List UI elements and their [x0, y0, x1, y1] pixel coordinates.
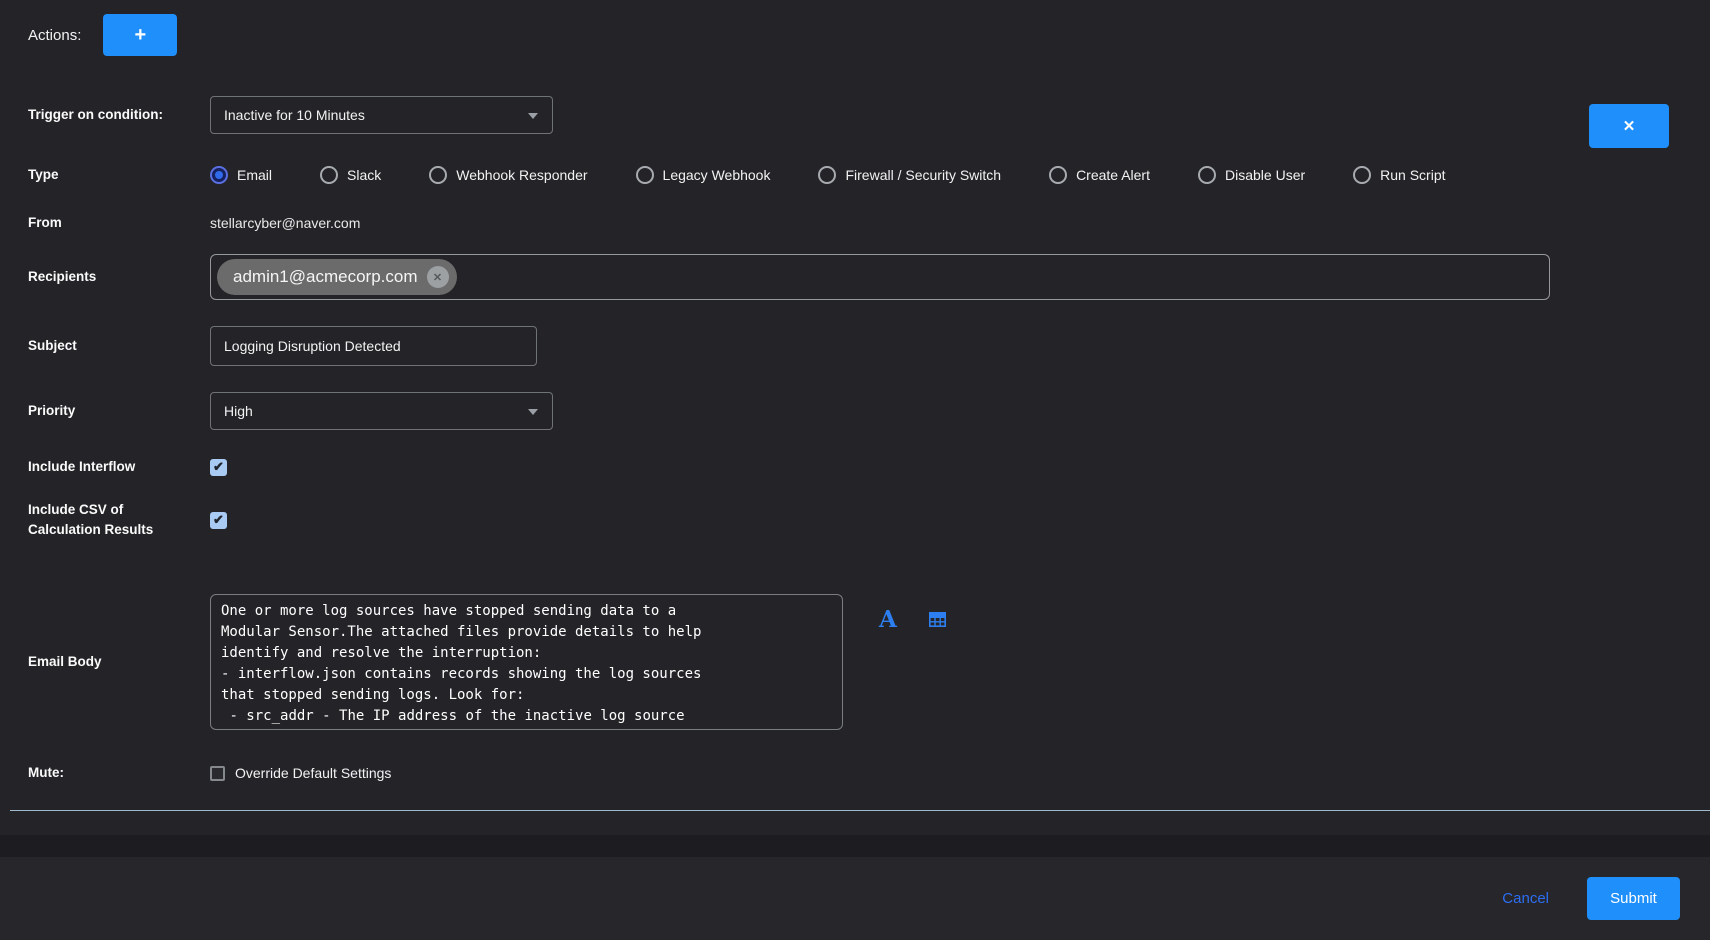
section-divider — [10, 810, 1710, 811]
recipient-chip: admin1@acmecorp.com ✕ — [217, 259, 457, 295]
chevron-down-icon — [528, 113, 538, 119]
email-action-form: ✕ Trigger on condition: Inactive for 10 … — [0, 56, 1710, 782]
recipient-chip-text: admin1@acmecorp.com — [233, 267, 418, 287]
recipients-label: Recipients — [28, 267, 210, 287]
radio-icon — [429, 166, 447, 184]
remove-action-button[interactable]: ✕ — [1589, 104, 1669, 148]
insert-table-icon[interactable] — [927, 609, 948, 630]
type-option-run-script[interactable]: Run Script — [1353, 166, 1445, 184]
radio-icon — [1353, 166, 1371, 184]
include-interflow-row: Include Interflow — [28, 458, 1710, 476]
footer-bar: Cancel Submit — [0, 857, 1710, 940]
radio-icon — [1198, 166, 1216, 184]
radio-icon — [1049, 166, 1067, 184]
type-option-webhook-responder[interactable]: Webhook Responder — [429, 166, 587, 184]
priority-select[interactable]: High — [210, 392, 553, 430]
include-interflow-label: Include Interflow — [28, 457, 210, 477]
mute-override-label: Override Default Settings — [235, 765, 391, 781]
type-option-slack[interactable]: Slack — [320, 166, 381, 184]
priority-value: High — [224, 403, 253, 419]
footer-strip — [0, 835, 1710, 857]
recipients-row: Recipients admin1@acmecorp.com ✕ — [28, 254, 1710, 300]
type-label: Type — [28, 165, 210, 185]
trigger-condition-label: Trigger on condition: — [28, 105, 210, 125]
type-option-disable-user[interactable]: Disable User — [1198, 166, 1305, 184]
type-option-firewall-security-switch[interactable]: Firewall / Security Switch — [818, 166, 1001, 184]
type-option-create-alert[interactable]: Create Alert — [1049, 166, 1150, 184]
email-body-row: Email Body One or more log sources have … — [28, 594, 1710, 730]
trigger-condition-value: Inactive for 10 Minutes — [224, 107, 365, 123]
from-label: From — [28, 213, 210, 233]
trigger-condition-select[interactable]: Inactive for 10 Minutes — [210, 96, 553, 134]
cancel-button[interactable]: Cancel — [1502, 890, 1549, 907]
chevron-down-icon — [528, 409, 538, 415]
type-option-email[interactable]: Email — [210, 166, 272, 184]
type-radio-group: Email Slack Webhook Responder Legacy Web… — [210, 166, 1446, 184]
include-csv-label: Include CSV of Calculation Results — [28, 500, 210, 539]
action-config-page: Actions: + ✕ Trigger on condition: Inact… — [0, 0, 1710, 940]
from-row: From stellarcyber@naver.com — [28, 214, 1710, 232]
font-format-icon[interactable]: A — [879, 608, 897, 631]
priority-row: Priority High — [28, 392, 1710, 430]
from-value: stellarcyber@naver.com — [210, 215, 360, 231]
email-body-textarea[interactable]: One or more log sources have stopped sen… — [210, 594, 843, 730]
recipients-input[interactable]: admin1@acmecorp.com ✕ — [210, 254, 1550, 300]
subject-row: Subject — [28, 326, 1710, 366]
close-icon: ✕ — [1623, 117, 1636, 135]
subject-label: Subject — [28, 336, 210, 356]
actions-header: Actions: + — [0, 0, 1710, 56]
trigger-condition-row: Trigger on condition: Inactive for 10 Mi… — [28, 96, 1710, 134]
include-interflow-checkbox[interactable] — [210, 459, 227, 476]
priority-label: Priority — [28, 401, 210, 421]
mute-override-checkbox[interactable] — [210, 766, 225, 781]
radio-icon — [210, 166, 228, 184]
add-action-button[interactable]: + — [103, 14, 177, 56]
radio-icon — [636, 166, 654, 184]
mute-label: Mute: — [28, 763, 210, 783]
mute-row: Mute: Override Default Settings — [28, 764, 1710, 782]
subject-input[interactable] — [210, 326, 537, 366]
email-body-toolbar: A — [879, 608, 948, 631]
remove-recipient-icon[interactable]: ✕ — [427, 266, 449, 288]
include-csv-checkbox[interactable] — [210, 512, 227, 529]
email-body-label: Email Body — [28, 652, 210, 672]
plus-icon: + — [135, 24, 147, 47]
include-csv-row: Include CSV of Calculation Results — [28, 500, 1710, 540]
actions-label: Actions: — [28, 27, 81, 44]
type-option-legacy-webhook[interactable]: Legacy Webhook — [636, 166, 771, 184]
radio-icon — [818, 166, 836, 184]
type-row: Type Email Slack Webhook Responder Legac… — [28, 160, 1710, 190]
submit-button[interactable]: Submit — [1587, 877, 1680, 920]
radio-icon — [320, 166, 338, 184]
